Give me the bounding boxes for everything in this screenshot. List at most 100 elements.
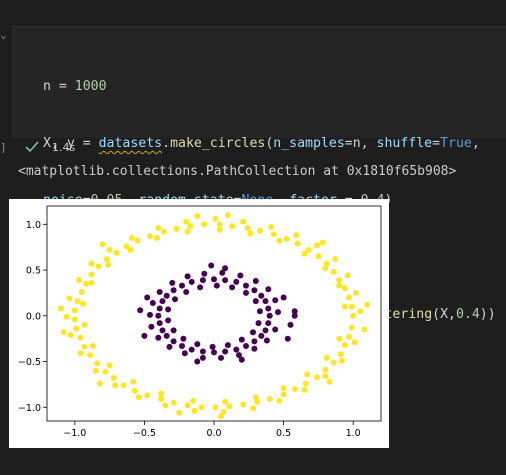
- scatter-point: [213, 282, 220, 289]
- scatter-point: [89, 343, 96, 349]
- scatter-point: [233, 278, 240, 285]
- scatter-point: [112, 382, 119, 389]
- scatter-point: [78, 289, 85, 295]
- execution-time: 1.4s: [52, 141, 76, 154]
- scatter-point: [148, 323, 155, 330]
- scatter-point: [198, 404, 205, 411]
- scatter-point: [212, 215, 219, 222]
- scatter-point: [240, 401, 247, 408]
- scatter-point: [197, 284, 204, 291]
- scatter-point: [263, 337, 270, 344]
- scatter-point: [226, 403, 233, 410]
- scatter-point: [88, 271, 95, 278]
- scatter-point: [184, 402, 191, 409]
- scatter-point: [103, 256, 110, 263]
- scatter-point: [165, 317, 172, 324]
- scatter-point: [361, 326, 368, 333]
- scatter-point: [201, 270, 208, 277]
- scatter-point: [255, 320, 262, 327]
- scatter-point: [216, 226, 223, 233]
- scatter-point: [322, 373, 329, 380]
- scatter-point: [130, 378, 137, 385]
- scatter-point: [265, 320, 272, 327]
- scatter-point: [341, 303, 348, 310]
- scatter-point: [128, 235, 135, 241]
- scatter-point: [314, 242, 320, 249]
- scatter-point: [275, 309, 281, 316]
- scatter-point: [276, 237, 283, 244]
- code-cell[interactable]: n = 1000 X, y = datasets.make_circles(n_…: [12, 26, 506, 322]
- scatter-point: [131, 387, 138, 394]
- scatter-point: [302, 380, 309, 387]
- scatter-point: [71, 316, 78, 323]
- scatter-point: [250, 405, 256, 412]
- scatter-point: [87, 352, 94, 359]
- scatter-point: [60, 329, 67, 336]
- scatter-point: [81, 343, 88, 350]
- cell-collapse-icon[interactable]: ⌄: [0, 29, 7, 40]
- scatter-point: [156, 305, 163, 312]
- scatter-point: [218, 413, 224, 420]
- scatter-point: [188, 278, 195, 285]
- scatter-point: [243, 282, 249, 289]
- scatter-point: [280, 385, 287, 392]
- scatter-point: [252, 278, 259, 284]
- scatter-point: [199, 348, 206, 355]
- scatter-point: [243, 343, 249, 349]
- scatter-point: [170, 327, 177, 334]
- scatter-point: [99, 241, 106, 248]
- scatter-point: [155, 225, 162, 231]
- y-axis: −1.0 −0.5 0.0 0.5 1.0: [18, 220, 47, 414]
- scatter-point: [188, 346, 195, 353]
- scatter-point: [251, 338, 258, 345]
- scatter-point: [153, 235, 160, 241]
- scatter-point: [127, 246, 134, 253]
- scatter-point: [352, 289, 359, 296]
- scatter-point: [265, 286, 272, 293]
- scatter-point: [194, 213, 201, 220]
- scatter-point: [77, 350, 84, 357]
- x-tick-label: 0.0: [206, 428, 221, 439]
- scatter-point: [160, 228, 167, 235]
- scatter-point: [266, 312, 273, 319]
- scatter-point: [113, 249, 120, 256]
- scatter-point: [330, 359, 337, 366]
- scatter-point: [339, 357, 345, 364]
- scatter-point: [176, 409, 183, 416]
- scatter-point: [159, 327, 166, 334]
- scatter-point: [95, 263, 102, 270]
- scatter-point: [179, 343, 185, 349]
- scatter-point: [265, 305, 272, 312]
- execution-count-bracket: ]: [0, 141, 7, 154]
- scatter-point: [141, 332, 148, 339]
- scatter-point: [170, 399, 177, 406]
- scatter-point: [336, 277, 343, 284]
- x-tick-label: −0.5: [133, 428, 156, 439]
- scatter-point: [88, 260, 95, 267]
- scatter-point: [314, 374, 320, 381]
- scatter-point: [147, 233, 153, 240]
- scatter-point: [218, 354, 224, 361]
- scatter-point: [336, 282, 343, 289]
- scatter-point: [66, 295, 73, 302]
- scatter-point: [102, 368, 109, 375]
- scatter-point: [346, 294, 352, 301]
- scatter-point: [341, 285, 348, 292]
- y-tick-label: −0.5: [18, 357, 41, 368]
- scatter-point: [222, 265, 229, 272]
- scatter-point: [238, 336, 245, 343]
- scatter-point: [291, 386, 298, 392]
- scatter-point: [330, 268, 337, 275]
- scatter-point: [222, 277, 229, 284]
- scatter-point: [67, 332, 74, 338]
- scatter-point: [156, 320, 163, 327]
- scatter-point: [172, 296, 178, 303]
- scatter-point: [322, 265, 329, 272]
- scatter-point: [247, 230, 254, 237]
- scatter-point: [270, 231, 277, 238]
- scatter-point: [250, 329, 256, 336]
- scatter-point: [155, 312, 162, 319]
- scatter-point: [194, 358, 201, 365]
- scatter-point: [315, 253, 322, 260]
- scatter-point: [262, 327, 269, 334]
